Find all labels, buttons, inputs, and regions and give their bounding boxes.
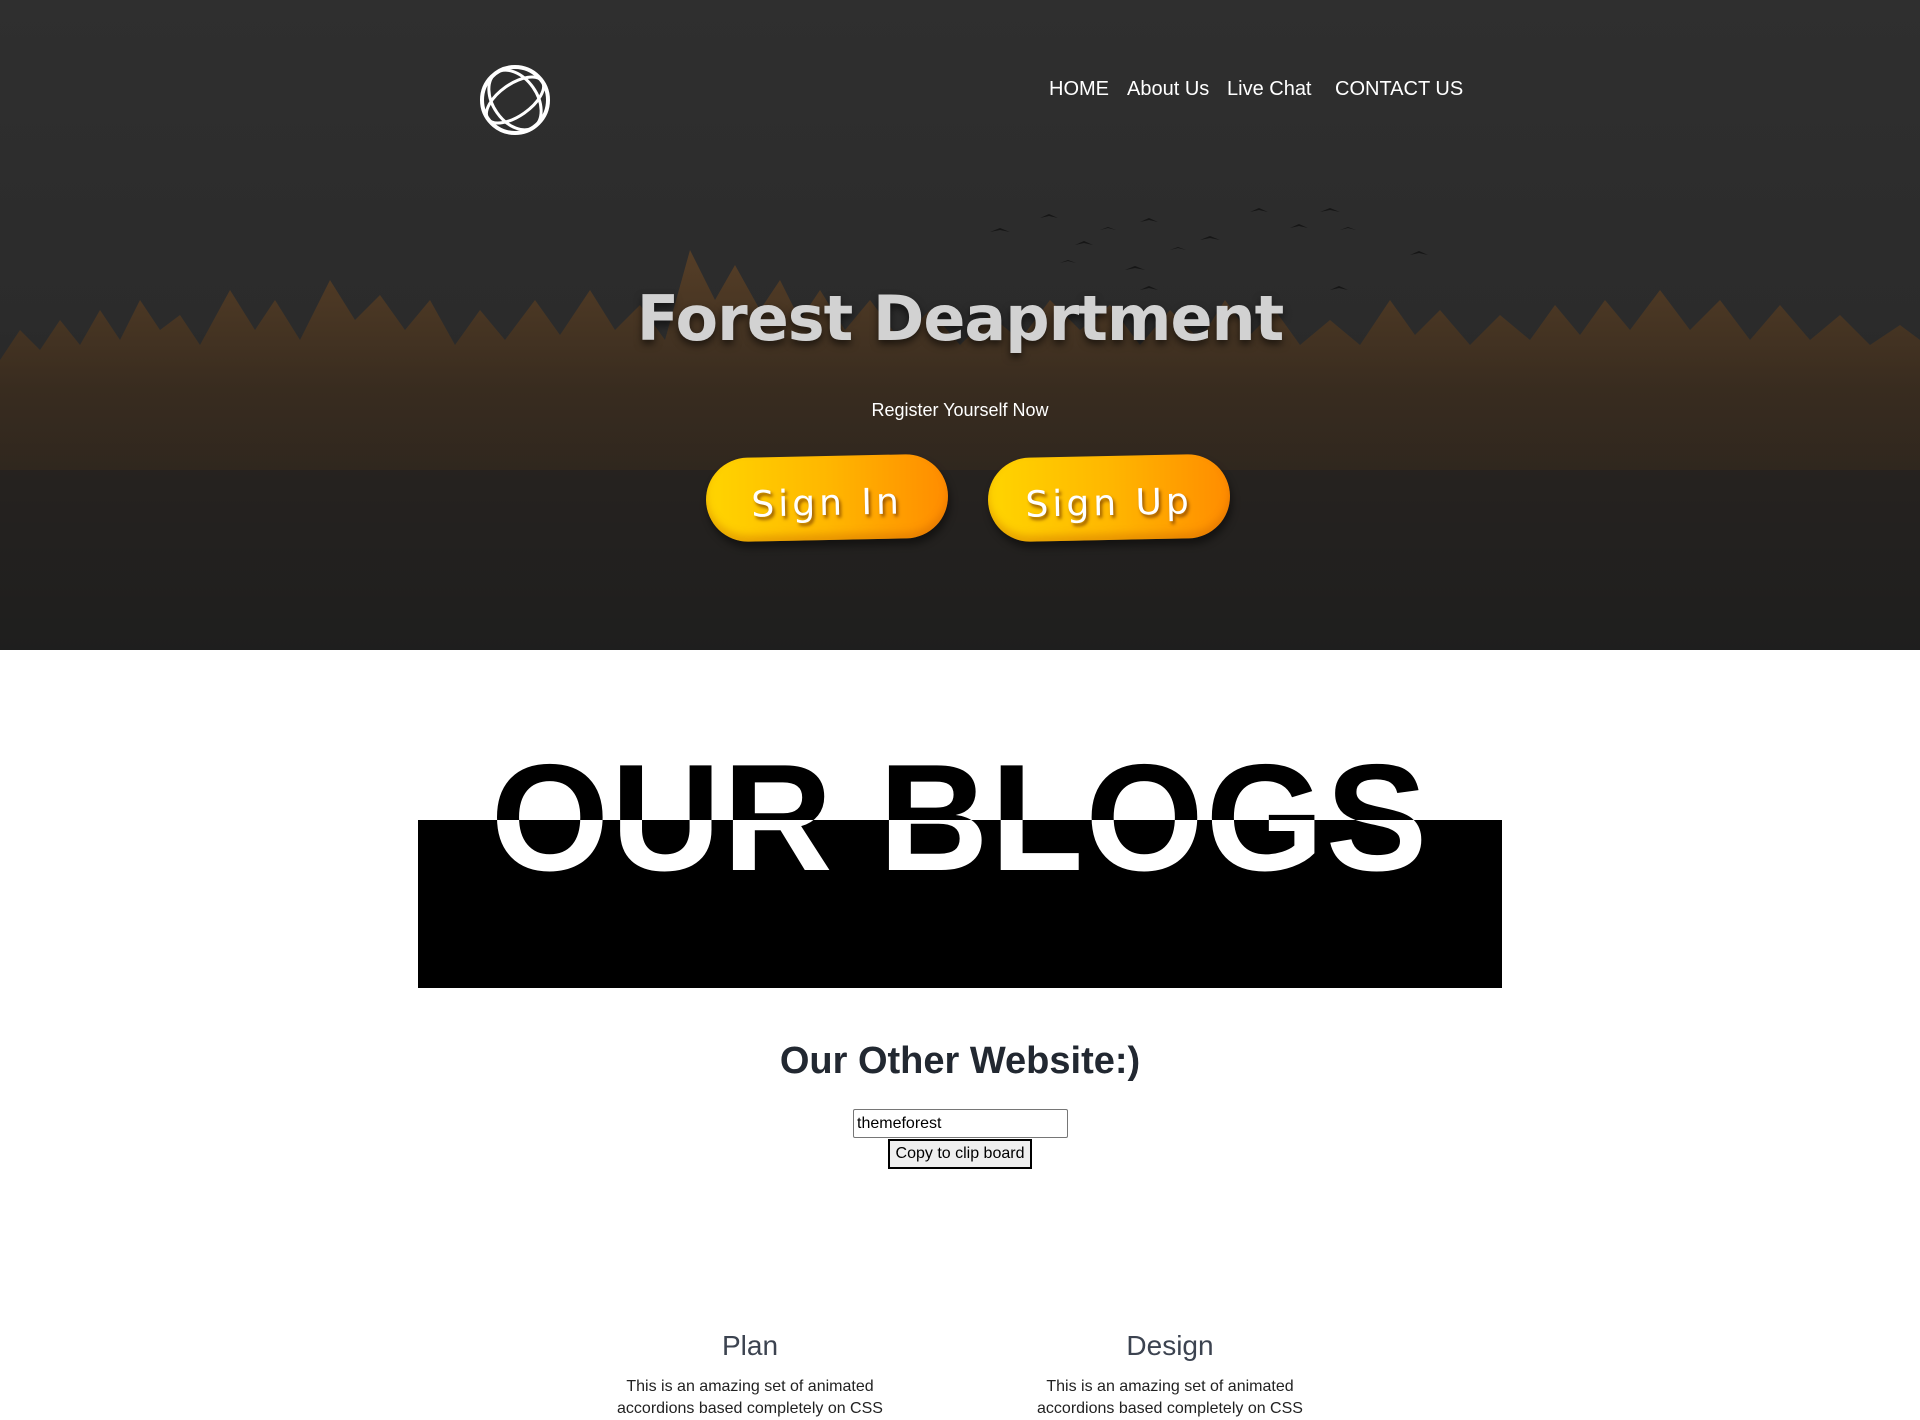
plan-card-text: This is an amazing set of animated accor…: [617, 1378, 883, 1417]
plan-card-title: Plan: [721, 1330, 779, 1361]
plan-card: Plan This is an amazing set of animated …: [600, 1330, 900, 1420]
hero-subtitle: Register Yourself Now: [871, 400, 1049, 420]
design-card-title: Design: [1126, 1330, 1214, 1361]
sign-in-button[interactable]: Sign In: [705, 453, 949, 543]
design-card-text: This is an amazing set of animated accor…: [1037, 1378, 1303, 1417]
nav-contact-us-link[interactable]: CONTACT US: [1335, 78, 1463, 101]
nav-live-chat-link[interactable]: Live Chat: [1227, 78, 1312, 101]
design-card: Design This is an amazing set of animate…: [1020, 1330, 1320, 1420]
blogs-title: OUR BLOGS: [0, 738, 1920, 898]
globe-logo-icon[interactable]: [478, 63, 552, 137]
nav-about-us-link[interactable]: About Us: [1127, 78, 1209, 101]
sign-up-button[interactable]: Sign Up: [987, 453, 1231, 543]
copy-to-clipboard-button[interactable]: Copy to clip board: [888, 1139, 1032, 1169]
website-copy-input[interactable]: [853, 1109, 1068, 1138]
other-website-title: Our Other Website:): [779, 1040, 1141, 1082]
hero-title: Forest Deaprtment: [636, 282, 1285, 355]
nav-home-link[interactable]: HOME: [1049, 78, 1109, 101]
hero-section: HOME About Us Live Chat CONTACT US Fores…: [0, 0, 1920, 650]
